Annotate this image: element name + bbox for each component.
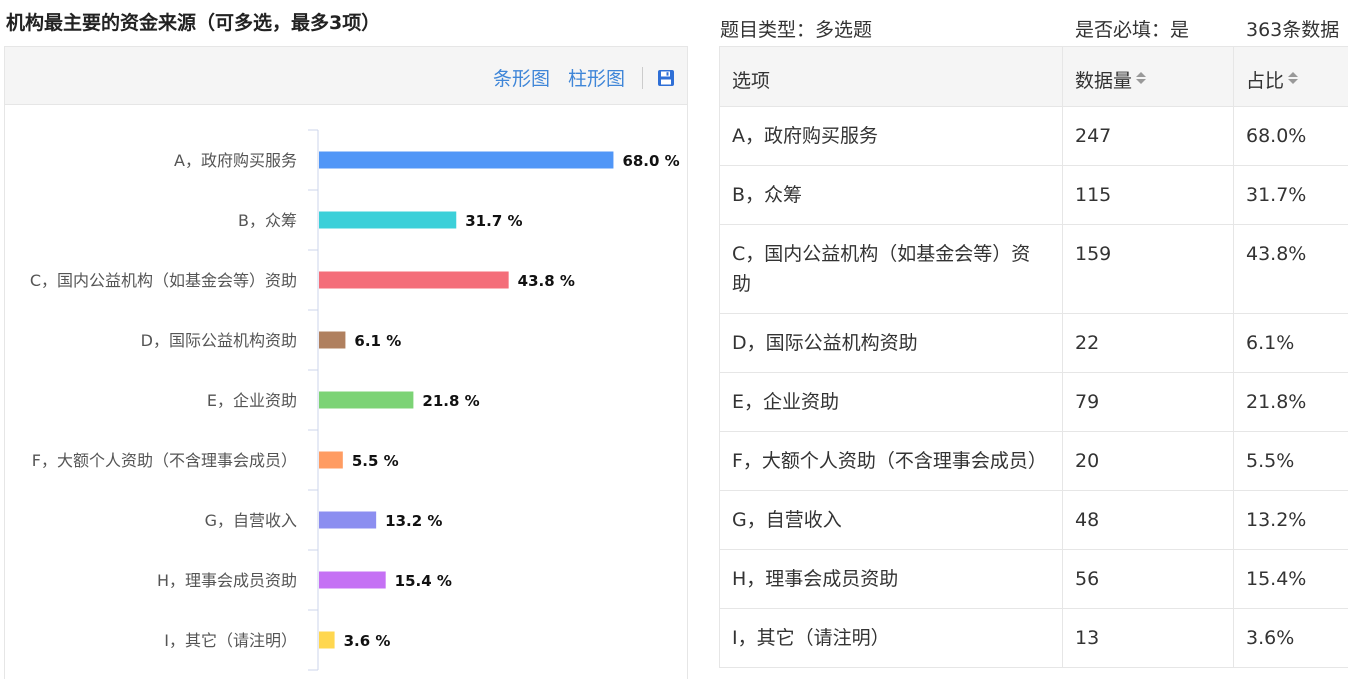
bar[interactable] (319, 631, 335, 649)
data-label: 43.8 % (518, 272, 575, 290)
table-row: G，自营收入 48 13.2% (719, 490, 1348, 550)
table-row: E，企业资助 79 21.8% (719, 372, 1348, 432)
count-cell: 56 (1062, 549, 1234, 609)
sort-icon[interactable] (1288, 71, 1299, 86)
category-label: A，政府购买服务 (174, 151, 297, 170)
data-label: 5.5 % (352, 452, 399, 470)
data-table: 选项 数据量 占比 A，政府购买服务 247 68.0% B，众筹 115 31… (719, 46, 1348, 668)
bar[interactable] (319, 211, 457, 229)
table-row: B，众筹 115 31.7% (719, 165, 1348, 225)
bar[interactable] (319, 151, 614, 169)
option-cell: F，大额个人资助（不含理事会成员） (719, 431, 1063, 491)
category-label: E，企业资助 (207, 391, 297, 410)
data-label: 3.6 % (344, 632, 391, 650)
count-cell: 13 (1062, 608, 1234, 668)
category-label: H，理事会成员资助 (157, 571, 297, 590)
table-row: I，其它（请注明） 13 3.6% (719, 608, 1348, 668)
option-cell: A，政府购买服务 (719, 106, 1063, 166)
question-type: 题目类型：多选题 (720, 19, 873, 41)
bar-chart-button[interactable]: 条形图 (493, 64, 550, 91)
category-label: G，自营收入 (205, 511, 297, 530)
save-icon[interactable] (657, 69, 675, 87)
header-option: 选项 (719, 46, 1063, 107)
count-cell: 159 (1062, 224, 1234, 314)
bar[interactable] (319, 571, 386, 589)
bar[interactable] (319, 451, 343, 469)
option-cell: D，国际公益机构资助 (719, 313, 1063, 373)
category-label: F，大额个人资助（不含理事会成员） (32, 451, 297, 470)
count-cell: 20 (1062, 431, 1234, 491)
option-cell: B，众筹 (719, 165, 1063, 225)
option-cell: C，国内公益机构（如基金会等）资助 (719, 224, 1063, 314)
category-label: C，国内公益机构（如基金会等）资助 (30, 271, 297, 290)
data-label: 21.8 % (422, 392, 479, 410)
ratio-cell: 21.8% (1233, 372, 1348, 432)
data-table-wrapper: 选项 数据量 占比 A，政府购买服务 247 68.0% B，众筹 115 31… (719, 46, 1348, 679)
ratio-cell: 15.4% (1233, 549, 1348, 609)
ratio-cell: 43.8% (1233, 224, 1348, 314)
table-row: F，大额个人资助（不含理事会成员） 20 5.5% (719, 431, 1348, 491)
ratio-cell: 31.7% (1233, 165, 1348, 225)
required-status: 是否必填：是 (1075, 19, 1190, 41)
ratio-cell: 6.1% (1233, 313, 1348, 373)
column-chart-button[interactable]: 柱形图 (568, 64, 625, 91)
table-row: C，国内公益机构（如基金会等）资助 159 43.8% (719, 224, 1348, 314)
table-row: A，政府购买服务 247 68.0% (719, 106, 1348, 166)
table-row: D，国际公益机构资助 22 6.1% (719, 313, 1348, 373)
table-row: H，理事会成员资助 56 15.4% (719, 549, 1348, 609)
ratio-cell: 3.6% (1233, 608, 1348, 668)
count-cell: 48 (1062, 490, 1234, 550)
data-label: 6.1 % (354, 332, 401, 350)
category-label: D，国际公益机构资助 (141, 331, 297, 350)
ratio-cell: 68.0% (1233, 106, 1348, 166)
data-label: 31.7 % (465, 212, 522, 230)
category-label: I，其它（请注明） (164, 631, 297, 650)
data-label: 15.4 % (395, 572, 452, 590)
question-title: 机构最主要的资金来源（可多选，最多3项） (6, 12, 381, 34)
toolbar-divider (642, 67, 643, 89)
data-label: 13.2 % (385, 512, 442, 530)
bar[interactable] (319, 391, 414, 409)
chart-toolbar: 条形图 柱形图 (5, 47, 687, 105)
option-cell: H，理事会成员资助 (719, 549, 1063, 609)
ratio-cell: 5.5% (1233, 431, 1348, 491)
ratio-cell: 13.2% (1233, 490, 1348, 550)
data-label: 68.0 % (622, 152, 679, 170)
header-ratio[interactable]: 占比 (1233, 46, 1348, 107)
count-cell: 22 (1062, 313, 1234, 373)
table-header-row: 选项 数据量 占比 (719, 46, 1348, 107)
bar-chart: A，政府购买服务 68.0 % B，众筹 31.7 % C，国内公益机构（如基金会等）资… (30, 129, 680, 671)
bar[interactable] (319, 511, 377, 529)
category-label: B，众筹 (238, 211, 297, 230)
count-cell: 79 (1062, 372, 1234, 432)
option-cell: G，自营收入 (719, 490, 1063, 550)
option-cell: I，其它（请注明） (719, 608, 1063, 668)
count-cell: 247 (1062, 106, 1234, 166)
response-count: 363条数据 (1246, 19, 1340, 41)
sort-icon[interactable] (1136, 71, 1147, 86)
option-cell: E，企业资助 (719, 372, 1063, 432)
bar[interactable] (319, 331, 346, 349)
header-count[interactable]: 数据量 (1062, 46, 1234, 107)
bar[interactable] (319, 271, 509, 289)
chart-panel: 条形图 柱形图 A，政府购买服务 68.0 % B，众筹 31.7 % C，国内公益机构… (4, 46, 688, 679)
page: 机构最主要的资金来源（可多选，最多3项） 条形图 柱形图 A，政府购买服务 68.… (0, 0, 1348, 679)
count-cell: 115 (1062, 165, 1234, 225)
